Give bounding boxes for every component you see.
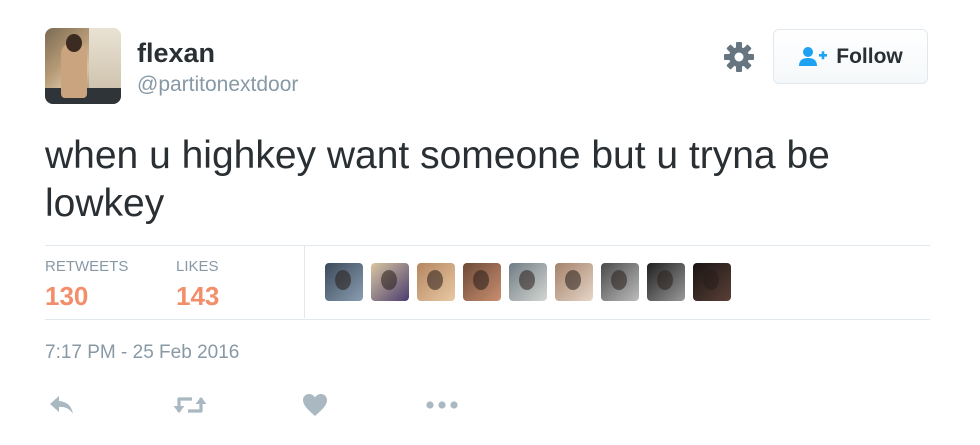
retweets-count: 130 [45,281,89,311]
divider-bottom [45,319,930,320]
reply-icon[interactable] [44,390,80,420]
liker-avatar[interactable] [325,263,363,301]
retweets-stat[interactable]: RETWEETS 130 [45,258,128,312]
gear-icon[interactable] [722,40,756,74]
stats-divider [304,246,305,318]
person-plus-icon [798,45,828,69]
likes-count: 143 [176,281,220,311]
user-handle[interactable]: @partitonextdoor [137,73,298,97]
display-name[interactable]: flexan [137,38,215,69]
liker-avatar[interactable] [647,263,685,301]
tweet-card: flexan @partitonextdoor Follow when u hi… [0,0,980,445]
liker-avatar[interactable] [601,263,639,301]
liker-avatar[interactable] [509,263,547,301]
follow-button-label: Follow [836,44,903,68]
likes-stat[interactable]: LIKES 143 [176,258,219,312]
retweet-icon[interactable] [172,390,208,420]
liker-avatar[interactable] [417,263,455,301]
liker-avatar[interactable] [693,263,731,301]
avatar[interactable] [45,28,121,104]
liker-avatars [325,263,731,301]
liker-avatar[interactable] [371,263,409,301]
like-icon[interactable] [297,390,333,420]
avatar-head [66,34,82,52]
tweet-timestamp[interactable]: 7:17 PM - 25 Feb 2016 [45,342,239,364]
divider-top [45,245,930,246]
tweet-text: when u highkey want someone but u tryna … [45,134,830,225]
retweets-label: RETWEETS [45,258,129,275]
likes-label: LIKES [176,258,219,275]
follow-button[interactable]: Follow [773,29,928,84]
liker-avatar[interactable] [463,263,501,301]
liker-avatar[interactable] [555,263,593,301]
more-icon[interactable] [424,390,460,420]
